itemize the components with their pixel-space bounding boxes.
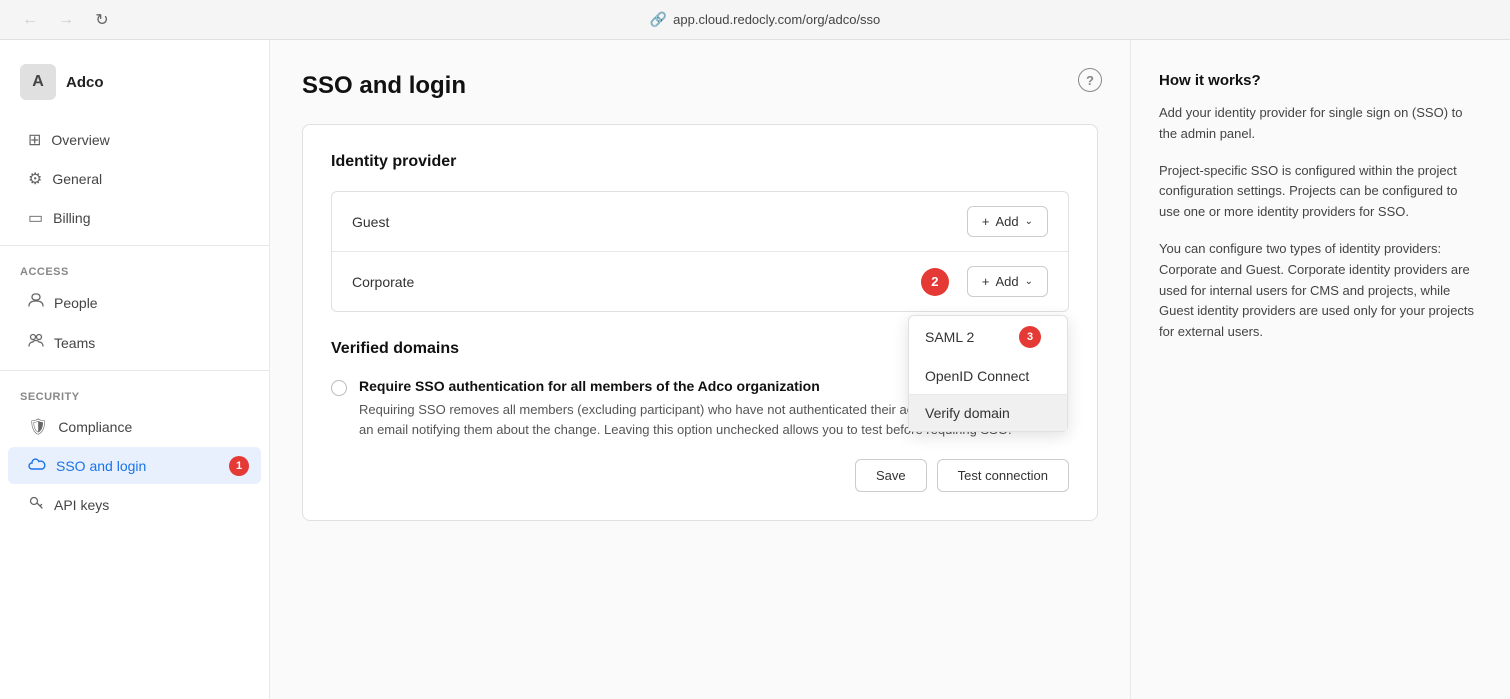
billing-icon: ▭ [28, 208, 43, 228]
add-label: Add [995, 214, 1018, 229]
sidebar-item-label: Billing [53, 210, 90, 226]
corporate-row-right: 2 + Add ⌄ [921, 266, 1048, 297]
chevron-down-icon: ⌄ [1025, 276, 1033, 287]
how-text-2: Project-specific SSO is configured withi… [1159, 161, 1482, 223]
sidebar-item-label: API keys [54, 497, 109, 513]
shield-icon: 🛡 [28, 417, 48, 437]
gear-icon: ⚙ [28, 169, 42, 189]
sidebar-item-teams[interactable]: Teams [8, 323, 261, 362]
dropdown-verify-domain[interactable]: Verify domain [909, 394, 1067, 431]
sidebar-item-label: SSO and login [56, 458, 146, 474]
sidebar-item-people[interactable]: People [8, 283, 261, 322]
guest-label: Guest [352, 214, 967, 230]
guest-row: Guest + Add ⌄ [332, 192, 1068, 252]
sidebar: A Adco ⊞ Overview ⚙ General ▭ Billing Ac… [0, 40, 270, 699]
sidebar-item-label: People [54, 295, 98, 311]
sidebar-item-billing[interactable]: ▭ Billing [8, 199, 261, 237]
overview-icon: ⊞ [28, 130, 41, 150]
url-icon: 🔗 [650, 11, 667, 28]
url-text: app.cloud.redocly.com/org/adco/sso [673, 12, 880, 27]
forward-button[interactable]: → [52, 6, 80, 34]
plus-icon: + [982, 274, 990, 289]
sidebar-item-general[interactable]: ⚙ General [8, 160, 261, 198]
section-security: Security [0, 379, 269, 407]
how-text-1: Add your identity provider for single si… [1159, 103, 1482, 145]
add-label: Add [995, 274, 1018, 289]
saml2-label: SAML 2 [925, 329, 974, 345]
page-title: SSO and login [302, 72, 1098, 100]
refresh-button[interactable]: ↻ [88, 6, 116, 34]
org-avatar: A [20, 64, 56, 100]
back-button[interactable]: ← [16, 6, 44, 34]
corporate-row: Corporate 2 + Add ⌄ SAML 2 3 [332, 252, 1068, 311]
sidebar-item-compliance[interactable]: 🛡 Compliance [8, 408, 261, 446]
org-header: A Adco [0, 56, 269, 120]
sidebar-item-label: General [52, 171, 102, 187]
org-name: Adco [66, 74, 104, 91]
key-icon [28, 494, 44, 515]
cloud-icon [28, 456, 46, 475]
sso-checkbox[interactable] [331, 380, 347, 396]
main-card: Identity provider Guest + Add ⌄ Corp [302, 124, 1098, 521]
saml2-badge: 3 [1019, 326, 1041, 348]
dropdown-saml2[interactable]: SAML 2 3 [909, 316, 1067, 358]
people-icon [28, 292, 44, 313]
teams-icon [28, 332, 44, 353]
url-bar: 🔗 app.cloud.redocly.com/org/adco/sso [650, 11, 881, 28]
guest-row-right: + Add ⌄ [967, 206, 1048, 237]
sidebar-item-label: Overview [51, 132, 109, 148]
corporate-add-button[interactable]: + Add ⌄ [967, 266, 1048, 297]
right-panel: How it works? Add your identity provider… [1130, 40, 1510, 699]
dropdown-openid[interactable]: OpenID Connect [909, 358, 1067, 394]
save-button[interactable]: Save [855, 459, 927, 492]
identity-provider-table: Guest + Add ⌄ Corporate 2 [331, 191, 1069, 312]
add-dropdown-menu: SAML 2 3 OpenID Connect Verify domain [908, 315, 1068, 432]
plus-icon: + [982, 214, 990, 229]
action-buttons: Save Test connection [331, 459, 1069, 492]
sidebar-divider [0, 245, 269, 246]
sidebar-item-label: Teams [54, 335, 95, 351]
section-access: Access [0, 254, 269, 282]
openid-label: OpenID Connect [925, 368, 1029, 384]
sso-badge: 1 [229, 456, 249, 476]
how-text-3: You can configure two types of identity … [1159, 239, 1482, 343]
sidebar-item-sso[interactable]: SSO and login 1 [8, 447, 261, 484]
verify-domain-label: Verify domain [925, 405, 1010, 421]
browser-nav: ← → ↻ [16, 6, 116, 34]
corporate-label: Corporate [352, 274, 921, 290]
sidebar-divider-2 [0, 370, 269, 371]
content-area: ? SSO and login Identity provider Guest … [270, 40, 1130, 699]
sidebar-item-overview[interactable]: ⊞ Overview [8, 121, 261, 159]
topbar: ← → ↻ 🔗 app.cloud.redocly.com/org/adco/s… [0, 0, 1510, 40]
sidebar-item-label: Compliance [58, 419, 132, 435]
main-layout: A Adco ⊞ Overview ⚙ General ▭ Billing Ac… [0, 40, 1510, 699]
how-it-works-title: How it works? [1159, 72, 1482, 89]
help-icon[interactable]: ? [1078, 68, 1102, 92]
guest-add-button[interactable]: + Add ⌄ [967, 206, 1048, 237]
test-connection-button[interactable]: Test connection [937, 459, 1069, 492]
identity-provider-title: Identity provider [331, 153, 1069, 171]
sidebar-item-apikeys[interactable]: API keys [8, 485, 261, 524]
corporate-badge: 2 [921, 268, 949, 296]
chevron-down-icon: ⌄ [1025, 216, 1033, 227]
